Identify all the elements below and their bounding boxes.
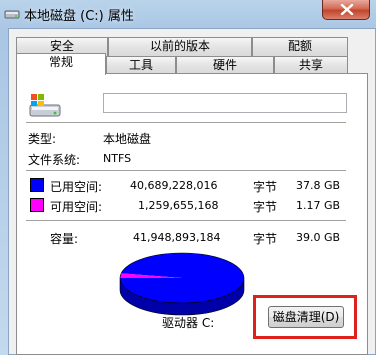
properties-window: 本地磁盘 (C:) 属性 安全 以前的版本 配额 常规 工具 硬件 共享 类型:… [0, 0, 376, 355]
type-label: 类型: [28, 132, 57, 146]
tab-sharing[interactable]: 共享 [274, 56, 348, 74]
used-space-swatch [30, 178, 44, 192]
tab-label: 共享 [298, 58, 323, 72]
tab-label: 工具 [128, 58, 153, 72]
free-space-swatch [30, 198, 44, 212]
tab-hardware[interactable]: 硬件 [176, 56, 274, 74]
divider [26, 170, 346, 172]
free-space-size: 1.17 GB [296, 199, 341, 212]
volume-name-input[interactable] [103, 93, 347, 113]
disk-usage-pie-chart [119, 252, 245, 316]
used-space-label: 已用空间: [50, 180, 103, 194]
tab-label: 配额 [287, 39, 312, 53]
tab-label: 以前的版本 [149, 39, 210, 53]
tab-label: 常规 [48, 55, 73, 69]
title-bar[interactable]: 本地磁盘 (C:) 属性 [0, 0, 376, 28]
tab-previous-versions[interactable]: 以前的版本 [108, 37, 252, 56]
free-space-unit: 字节 [253, 200, 278, 214]
tab-general[interactable]: 常规 [16, 53, 106, 75]
divider [26, 220, 346, 222]
used-space-unit: 字节 [253, 180, 278, 194]
close-icon [340, 4, 354, 15]
capacity-label: 容量: [50, 232, 79, 246]
type-value: 本地磁盘 [103, 132, 152, 146]
tab-label: 安全 [49, 39, 74, 53]
free-space-bytes: 1,259,655,168 [138, 199, 219, 212]
tab-label: 硬件 [212, 58, 237, 72]
drive-label: 驱动器 C: [162, 316, 215, 330]
filesystem-value: NTFS [103, 152, 132, 165]
capacity-unit: 字节 [253, 232, 278, 246]
divider [26, 122, 346, 124]
drive-icon [4, 5, 20, 21]
free-space-label: 可用空间: [50, 200, 103, 214]
tab-tools[interactable]: 工具 [106, 56, 176, 74]
drive-large-icon [28, 93, 62, 122]
highlight-box [253, 295, 357, 339]
used-space-bytes: 40,689,228,016 [130, 179, 218, 192]
window-title: 本地磁盘 (C:) 属性 [24, 9, 134, 24]
tab-quota[interactable]: 配额 [252, 37, 348, 56]
capacity-bytes: 41,948,893,184 [133, 231, 221, 244]
used-space-size: 37.8 GB [296, 179, 341, 192]
close-button[interactable] [322, 0, 370, 20]
filesystem-label: 文件系统: [28, 153, 81, 167]
capacity-size: 39.0 GB [296, 231, 341, 244]
